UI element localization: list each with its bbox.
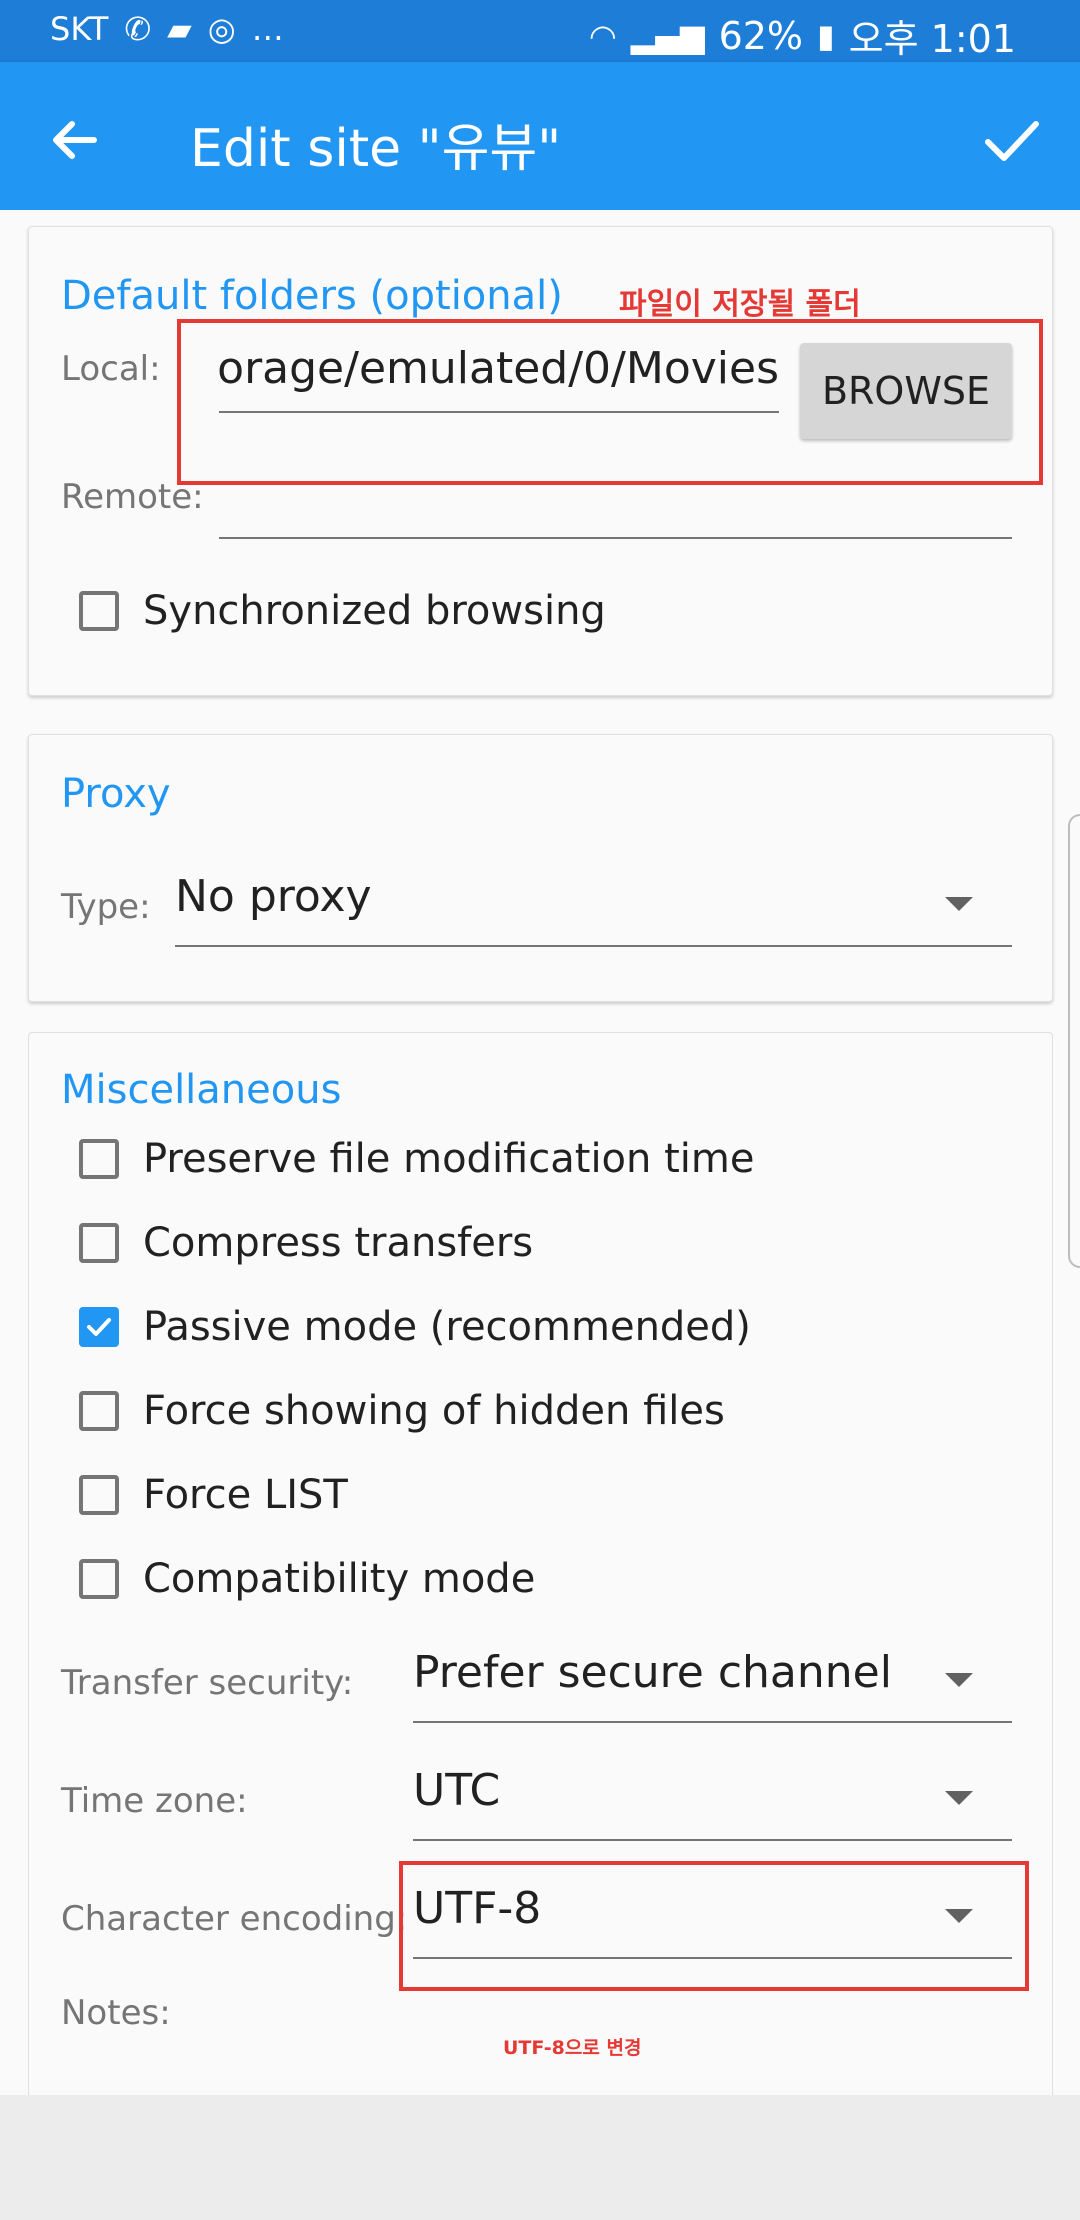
checkbox-icon [79,1139,119,1179]
local-label: Local: [61,349,161,389]
proxy-type-underline [175,945,1012,947]
clock: 오후 1:01 [848,17,1016,61]
remote-label: Remote: [61,477,204,517]
default-folders-title: Default folders (optional) [61,273,563,319]
compatibility-mode-checkbox[interactable]: Compatibility mode [79,1547,535,1611]
status-left: SKT ✆ ▰ ◎ … [50,10,284,48]
more-notifications-icon: … [251,10,284,48]
proxy-type-value: No proxy [175,871,372,922]
proxy-card: Proxy Type: No proxy [28,734,1053,1002]
passive-mode-checkbox[interactable]: Passive mode (recommended) [79,1295,751,1359]
miscellaneous-card: Miscellaneous Preserve file modification… [28,1032,1053,2095]
time-zone-label: Time zone: [61,1781,248,1821]
folder-annotation: 파일이 저장될 폴더 [619,287,861,322]
folder-highlight-box [177,319,1043,485]
page-title: Edit site "유뷰" [190,119,562,179]
check-mark-icon [87,1318,111,1336]
checkbox-icon [79,1475,119,1515]
option-label: Compress transfers [143,1220,534,1266]
sync-browsing-checkbox[interactable]: Synchronized browsing [79,579,606,643]
status-bar: SKT ✆ ▰ ◎ … ◠ ▂▄▆ 62% ▮ 오후 1:01 [0,0,1080,62]
preserve-mtime-checkbox[interactable]: Preserve file modification time [79,1127,754,1191]
checkbox-checked-icon [79,1307,119,1347]
wifi-icon: ◠ [588,16,617,55]
triangle-down-icon [945,1673,973,1687]
force-hidden-files-checkbox[interactable]: Force showing of hidden files [79,1379,725,1443]
arrow-left-icon [53,121,97,159]
option-label: Passive mode (recommended) [143,1304,751,1350]
transfer-security-select[interactable]: Prefer secure channel [413,1647,953,1711]
back-button[interactable] [38,104,110,176]
scroll-indicator[interactable] [1068,814,1080,1268]
call-icon: ✆ [124,10,152,48]
character-encoding-label: Character encoding: [61,1899,408,1939]
message-icon: ▰ [167,10,192,48]
checkbox-icon [79,1559,119,1599]
default-folders-card: Default folders (optional) 파일이 저장될 폴더 Lo… [28,226,1053,696]
sync-icon: ◎ [207,10,236,48]
proxy-type-select[interactable]: No proxy [175,871,875,935]
app-bar: Edit site "유뷰" [0,62,1080,210]
force-list-checkbox[interactable]: Force LIST [79,1463,348,1527]
save-button[interactable] [974,102,1050,178]
compress-transfers-checkbox[interactable]: Compress transfers [79,1211,533,1275]
battery-icon: ▮ [817,16,835,55]
sync-browsing-label: Synchronized browsing [143,588,606,634]
notes-label: Notes: [61,1993,171,2033]
proxy-title: Proxy [61,771,171,817]
triangle-down-icon [945,897,973,911]
time-zone-value: UTC [413,1765,501,1816]
encoding-highlight-box [399,1861,1029,1991]
option-label: Compatibility mode [143,1556,536,1602]
transfer-security-value: Prefer secure channel [413,1647,892,1698]
time-zone-underline [413,1839,1012,1841]
miscellaneous-title: Miscellaneous [61,1067,342,1113]
proxy-type-label: Type: [61,887,151,927]
transfer-security-underline [413,1721,1012,1723]
carrier-label: SKT [50,10,109,48]
bottom-blank-area [0,2095,1080,2220]
triangle-down-icon [945,1791,973,1805]
battery-percent: 62% [718,13,804,58]
checkbox-icon [79,1391,119,1431]
option-label: Preserve file modification time [143,1136,755,1182]
status-right: ◠ ▂▄▆ 62% ▮ 오후 1:01 [589,8,1016,63]
checkbox-icon [79,1223,119,1263]
option-label: Force showing of hidden files [143,1388,725,1434]
option-label: Force LIST [143,1472,348,1518]
checkbox-icon [79,591,119,631]
encoding-annotation: UTF-8으로 변경 [503,2037,642,2059]
signal-icon: ▂▄▆ [630,16,705,55]
remote-path-input[interactable] [219,471,1012,531]
settings-content[interactable]: Default folders (optional) 파일이 저장될 폴더 Lo… [0,210,1080,2095]
check-icon [985,121,1039,161]
remote-path-underline [219,537,1012,539]
transfer-security-label: Transfer security: [61,1663,354,1703]
time-zone-select[interactable]: UTC [413,1765,953,1829]
